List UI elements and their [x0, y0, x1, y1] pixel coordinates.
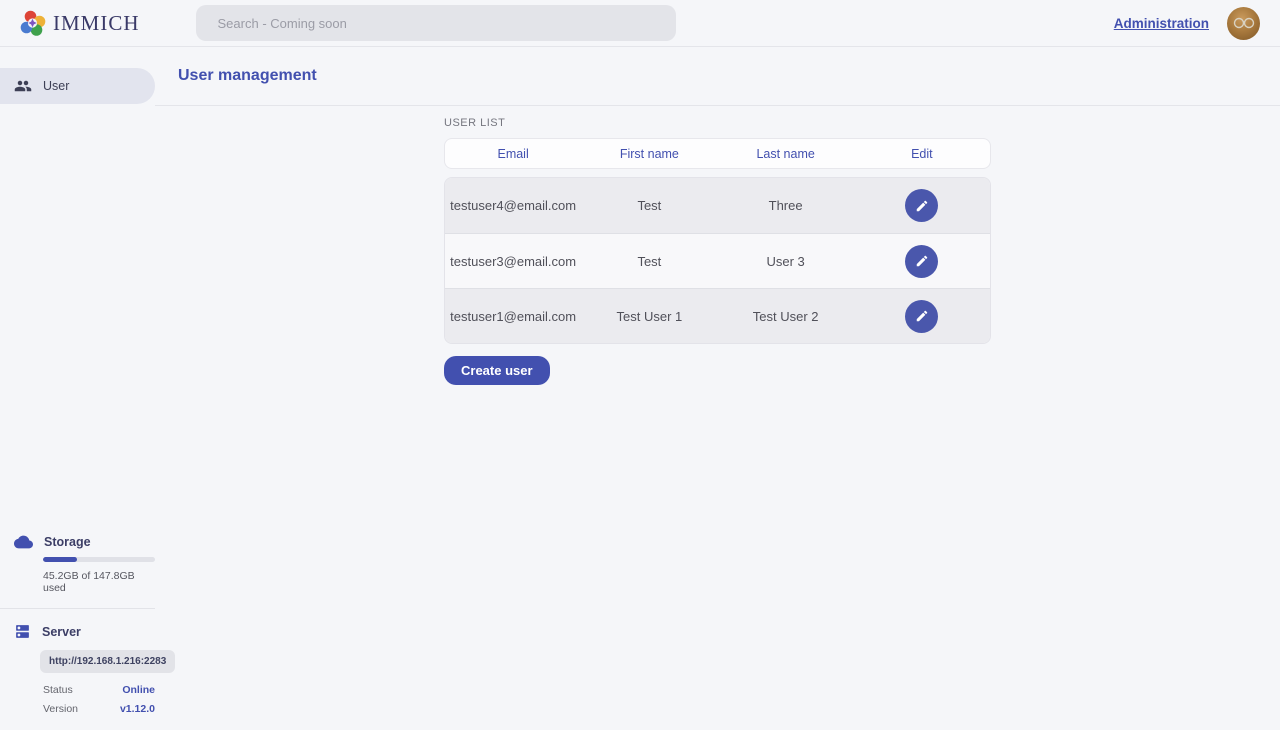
- version-value: v1.12.0: [120, 703, 155, 715]
- column-header-email: Email: [445, 147, 581, 161]
- main-content: User management USER LIST Email First na…: [155, 47, 1280, 730]
- user-table-body: testuser4@email.com Test Three: [444, 177, 991, 344]
- storage-usage-text: 45.2GB of 147.8GB used: [43, 570, 155, 594]
- storage-progress-fill: [43, 557, 77, 562]
- search-input[interactable]: [196, 5, 676, 41]
- sidebar-item-user[interactable]: User: [0, 68, 155, 104]
- cell-first-name: Test User 1: [581, 309, 717, 324]
- user-list-panel: USER LIST Email First name Last name Edi…: [444, 106, 991, 385]
- user-avatar[interactable]: [1227, 7, 1260, 40]
- storage-title: Storage: [44, 535, 91, 549]
- pencil-icon: [915, 309, 929, 323]
- pencil-icon: [915, 254, 929, 268]
- users-icon: [14, 77, 32, 95]
- storage-section: Storage 45.2GB of 147.8GB used: [0, 535, 155, 594]
- search-bar: [196, 5, 676, 41]
- table-row: testuser1@email.com Test User 1 Test Use…: [445, 288, 990, 343]
- cell-last-name: Three: [718, 198, 854, 213]
- version-label: Version: [43, 703, 78, 715]
- cell-first-name: Test: [581, 254, 717, 269]
- cell-last-name: User 3: [718, 254, 854, 269]
- immich-logo[interactable]: IMMICH: [20, 10, 140, 36]
- administration-link[interactable]: Administration: [1114, 16, 1209, 31]
- column-header-first-name: First name: [581, 147, 717, 161]
- edit-user-button[interactable]: [905, 245, 938, 278]
- server-title: Server: [42, 625, 81, 639]
- cell-email: testuser4@email.com: [445, 198, 581, 213]
- table-row: testuser4@email.com Test Three: [445, 178, 990, 233]
- storage-progress-bar: [43, 557, 155, 562]
- cell-last-name: Test User 2: [718, 309, 854, 324]
- server-section: Server http://192.168.1.216:2283 Status …: [0, 608, 155, 715]
- admin-sidebar: User Storage 45.2GB of 147.8GB used: [0, 47, 155, 730]
- server-version-row: Version v1.12.0: [43, 703, 155, 715]
- cell-email: testuser1@email.com: [445, 309, 581, 324]
- page-title: User management: [178, 67, 317, 85]
- glasses-photo-detail: [1233, 17, 1255, 29]
- cell-email: testuser3@email.com: [445, 254, 581, 269]
- pencil-icon: [915, 199, 929, 213]
- section-label: USER LIST: [444, 117, 505, 129]
- column-header-last-name: Last name: [718, 147, 854, 161]
- sidebar-status-area: Storage 45.2GB of 147.8GB used Server: [0, 535, 155, 730]
- logo-text: IMMICH: [53, 11, 140, 36]
- status-value: Online: [122, 684, 155, 696]
- cloud-icon: [14, 535, 33, 549]
- server-status-row: Status Online: [43, 684, 155, 696]
- table-row: testuser3@email.com Test User 3: [445, 233, 990, 288]
- top-header: IMMICH Administration: [0, 0, 1280, 47]
- edit-user-button[interactable]: [905, 189, 938, 222]
- create-user-button[interactable]: Create user: [444, 356, 550, 385]
- table-header: Email First name Last name Edit: [444, 138, 991, 169]
- cell-first-name: Test: [581, 198, 717, 213]
- page-title-bar: User management: [155, 47, 1280, 106]
- edit-user-button[interactable]: [905, 300, 938, 333]
- immich-flower-icon: [20, 10, 46, 36]
- status-label: Status: [43, 684, 73, 696]
- server-icon: [14, 623, 31, 640]
- sidebar-item-label: User: [43, 79, 69, 93]
- column-header-edit: Edit: [854, 147, 990, 161]
